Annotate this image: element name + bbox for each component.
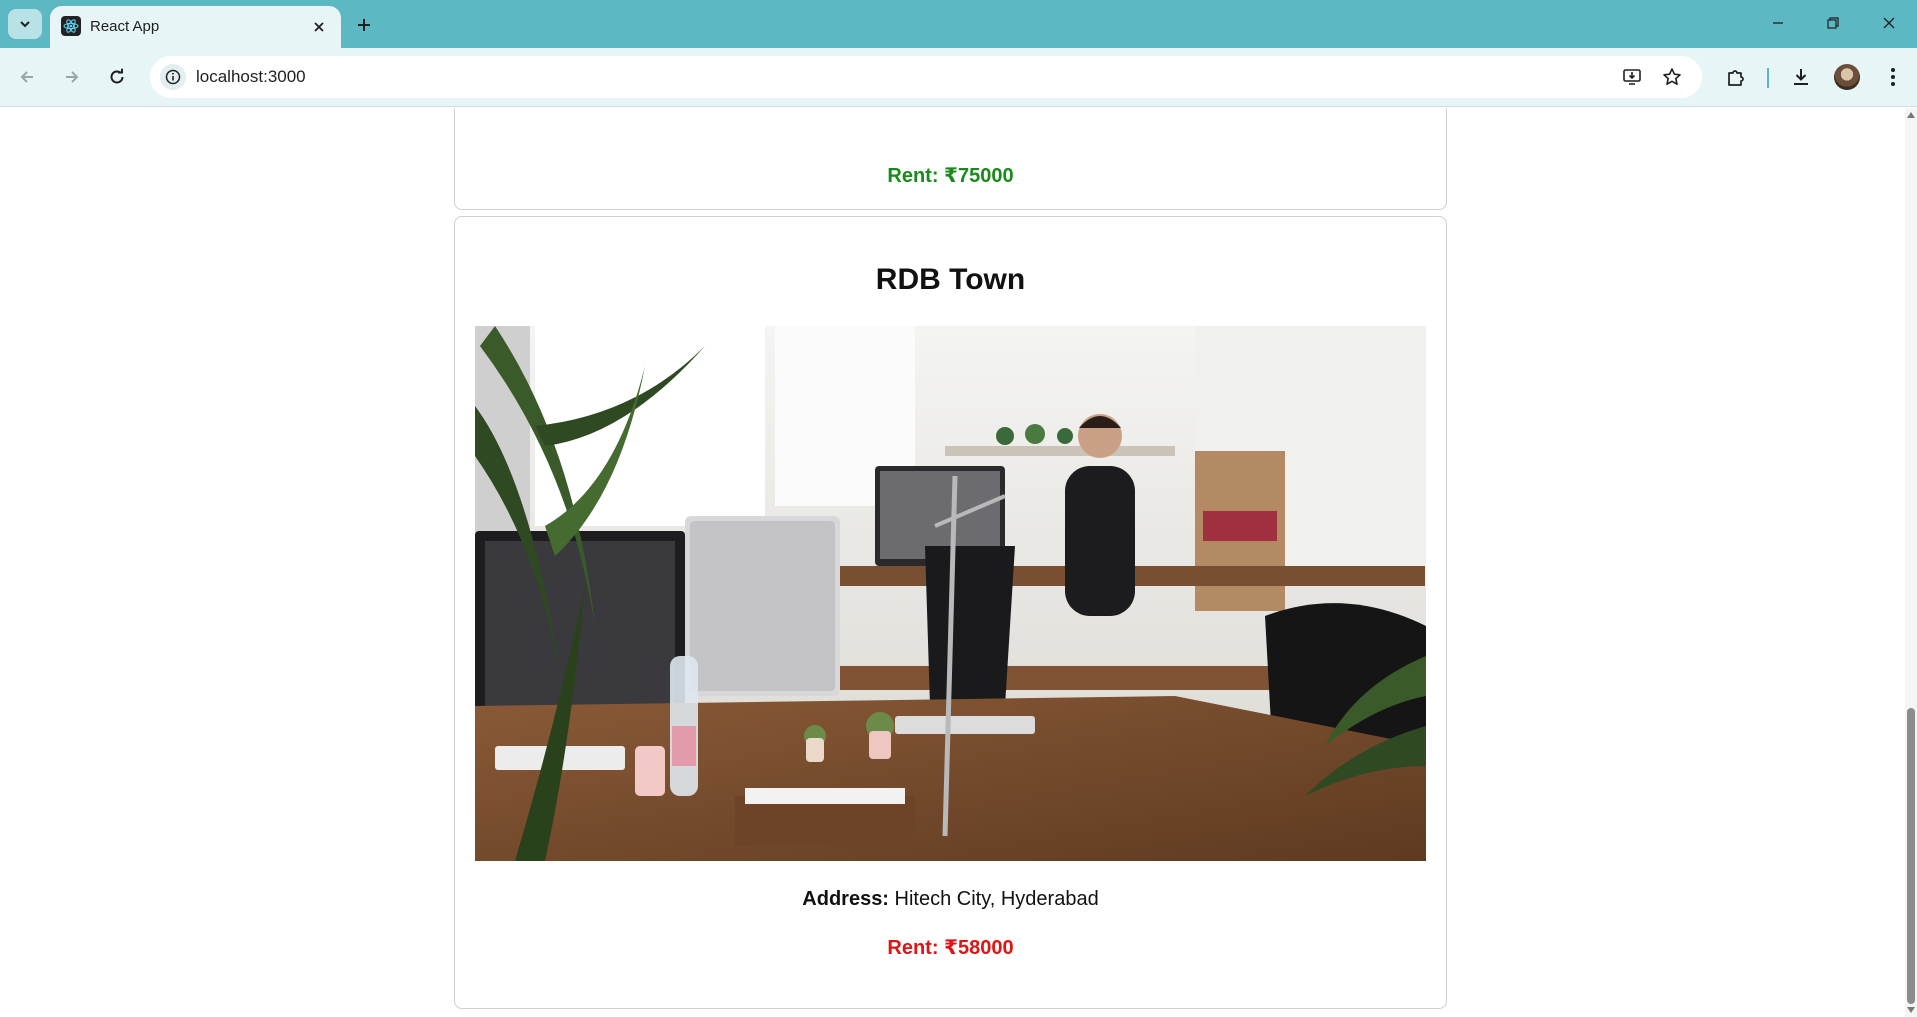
scroll-up-arrow-icon[interactable] [1907,112,1915,118]
profile-avatar[interactable] [1834,64,1860,90]
close-tab-button[interactable] [309,17,329,37]
bookmark-button[interactable] [1660,65,1684,89]
download-icon [1794,69,1808,85]
listing-address: Address: Hitech City, Hyderabad [455,888,1446,911]
office-photo [475,326,1426,861]
close-window-button[interactable] [1874,10,1904,36]
address-bar[interactable]: localhost:3000 [150,56,1702,98]
chevron-down-icon [20,21,30,28]
minimize-button[interactable] [1763,10,1793,36]
restore-button[interactable] [1818,10,1848,36]
rent-label: Rent: ₹58000 [887,937,1014,959]
new-tab-button[interactable] [352,13,376,37]
info-icon [165,69,181,85]
toolbar-divider [1767,68,1769,88]
tab-title: React App [90,18,160,35]
arrow-left-icon [20,71,33,83]
close-icon [314,22,324,32]
tab-search-button[interactable] [8,9,42,39]
tab-react-app[interactable]: React App [50,6,341,48]
arrow-right-icon [66,71,79,83]
rent-label: Rent: ₹75000 [887,165,1014,187]
page-viewport: Rent: ₹75000 RDB Town Address: Hitech Ci… [0,108,1905,1017]
downloads-button[interactable] [1787,63,1815,91]
forward-button[interactable] [55,60,89,94]
chrome-menu-button[interactable] [1879,63,1907,91]
scroll-thumb[interactable] [1907,708,1915,1004]
install-icon [1623,69,1641,85]
scroll-down-arrow-icon[interactable] [1907,1007,1915,1013]
address-value: Hitech City, Hyderabad [894,888,1099,910]
url-text: localhost:3000 [196,67,306,86]
restore-icon [1827,17,1839,29]
react-logo-icon [61,16,81,36]
address-label: Address: [802,888,889,910]
back-button[interactable] [10,60,44,94]
reload-icon [110,68,124,84]
reload-button[interactable] [100,60,134,94]
listing-card: RDB Town Address: Hitech City, Hyderabad… [454,216,1447,1009]
install-app-button[interactable] [1620,65,1644,89]
browser-tabstrip: React App [0,0,1917,48]
extensions-button[interactable] [1722,63,1750,91]
plus-icon [358,19,370,31]
page-scrollbar[interactable] [1905,108,1917,1017]
listing-card-previous: Rent: ₹75000 [454,108,1447,210]
listing-title: RDB Town [875,263,1026,296]
close-icon [1883,17,1895,29]
more-vertical-icon [1891,68,1895,86]
minimize-icon [1773,22,1783,24]
star-icon [1663,68,1681,85]
site-info-button[interactable] [160,64,186,90]
browser-toolbar: localhost:3000 [0,48,1917,107]
puzzle-icon [1728,70,1744,86]
